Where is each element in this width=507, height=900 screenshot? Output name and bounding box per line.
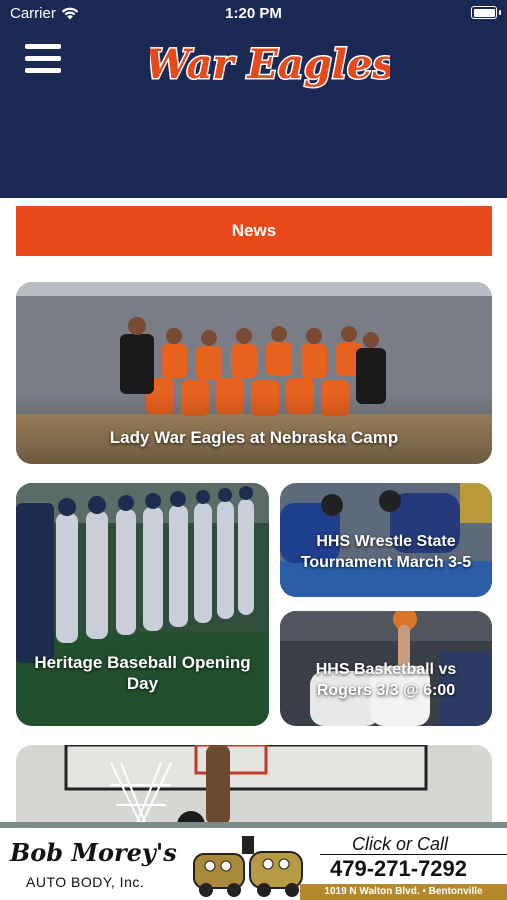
- news-card-hhs-basketball[interactable]: HHS Basketball vs Rogers 3/3 @ 6:00: [280, 611, 492, 726]
- cartoon-cars-icon: [193, 836, 303, 897]
- card-caption: Heritage Baseball Opening Day: [34, 653, 251, 693]
- ad-address: 1019 N Walton Blvd. • Bentonville: [300, 884, 507, 900]
- war-eagles-logo: War Eagles: [150, 40, 390, 90]
- news-label: News: [231, 221, 277, 240]
- news-card-hhs-wrestle[interactable]: HHS Wrestle State Tournament March 3-5: [280, 483, 492, 597]
- card-caption: Lady War Eagles at Nebraska Camp: [109, 428, 399, 447]
- ad-business-name: Bob Morey's: [10, 838, 177, 867]
- ad-cta-text: Click or Call: [352, 834, 449, 854]
- card-caption: HHS Basketball vs Rogers 3/3 @ 6:00: [315, 661, 457, 699]
- logo-text: War Eagles: [150, 41, 390, 88]
- card-caption: HHS Wrestle State Tournament March 3-5: [300, 533, 472, 571]
- news-card-lady-war-eagles[interactable]: Lady War Eagles at Nebraska Camp: [16, 282, 492, 464]
- news-section-button[interactable]: News: [16, 206, 492, 256]
- menu-bar: [25, 44, 61, 49]
- ad-phone-number: 479-271-7292: [330, 856, 468, 881]
- advertisement-banner[interactable]: Bob Morey's AUTO BODY, Inc. Click or Cal…: [0, 822, 507, 900]
- hamburger-menu-icon[interactable]: [25, 44, 61, 74]
- news-card-heritage-baseball[interactable]: Heritage Baseball Opening Day: [16, 483, 269, 726]
- battery-tip: [499, 10, 501, 15]
- app-header: Carrier 1:20 PM War Eagles: [0, 0, 507, 198]
- status-bar: Carrier 1:20 PM: [0, 0, 507, 28]
- status-time: 1:20 PM: [225, 5, 282, 22]
- battery-icon: [471, 6, 497, 19]
- menu-bar: [25, 68, 61, 73]
- ad-business-subtitle: AUTO BODY, Inc.: [26, 874, 145, 890]
- ad-divider: [320, 854, 507, 855]
- menu-bar: [25, 56, 61, 61]
